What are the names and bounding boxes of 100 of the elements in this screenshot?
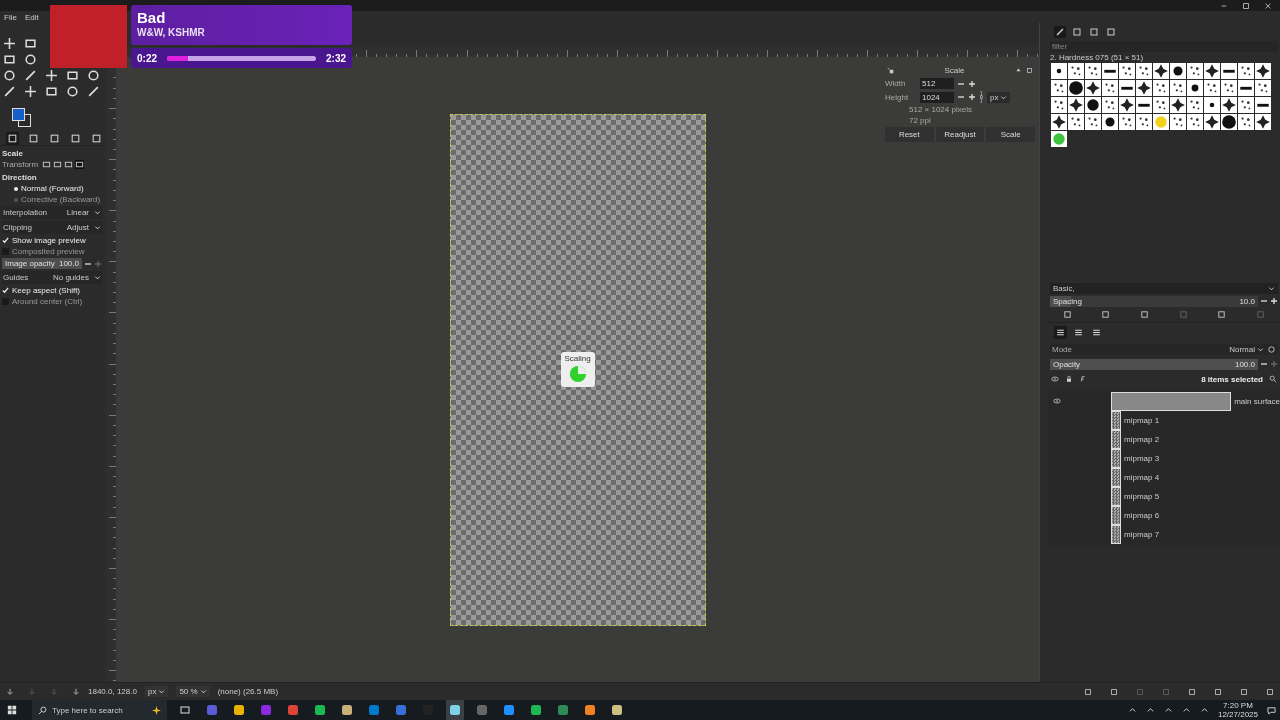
tool-icon[interactable] bbox=[66, 69, 79, 82]
brush-preset[interactable] bbox=[1221, 114, 1237, 130]
brush-preset[interactable] bbox=[1119, 97, 1135, 113]
layer-row[interactable]: mipmap 3 bbox=[1048, 448, 1280, 468]
brush-preset[interactable] bbox=[1255, 63, 1271, 79]
tool-icon[interactable] bbox=[24, 37, 37, 50]
brush-action-icon[interactable] bbox=[1217, 309, 1227, 319]
windows-start-icon[interactable] bbox=[7, 705, 17, 715]
tool-icon[interactable] bbox=[87, 69, 100, 82]
brush-preset[interactable] bbox=[1187, 97, 1203, 113]
brush-preset[interactable] bbox=[1051, 114, 1067, 130]
brush-preset[interactable] bbox=[1085, 80, 1101, 96]
layer-action-icon[interactable] bbox=[1214, 687, 1222, 696]
dock-tab-icon[interactable] bbox=[6, 132, 19, 145]
layer-action-icon[interactable] bbox=[1084, 687, 1092, 696]
brush-preset[interactable] bbox=[1221, 97, 1237, 113]
brush-preset[interactable] bbox=[1170, 114, 1186, 130]
search-icon[interactable] bbox=[1269, 375, 1277, 383]
spacing-slider[interactable]: Spacing 10.0 bbox=[1050, 295, 1258, 307]
brush-preset[interactable] bbox=[1153, 63, 1169, 79]
minus-button[interactable] bbox=[1260, 360, 1268, 368]
menu-item[interactable]: File bbox=[4, 12, 17, 22]
dialog-button[interactable]: Readjust bbox=[935, 127, 985, 142]
layer-row[interactable]: mipmap 2 bbox=[1048, 429, 1280, 449]
app-icon[interactable] bbox=[446, 700, 464, 720]
brush-action-icon[interactable] bbox=[1062, 309, 1072, 319]
brush-preset[interactable] bbox=[1204, 97, 1220, 113]
brush-preset[interactable] bbox=[1204, 63, 1220, 79]
brush-preset[interactable] bbox=[1170, 97, 1186, 113]
unit-dropdown[interactable]: px bbox=[144, 686, 169, 697]
brush-preset[interactable] bbox=[1102, 114, 1118, 130]
brush-preset[interactable] bbox=[1102, 80, 1118, 96]
brush-action-icon[interactable] bbox=[1101, 309, 1111, 319]
brush-preset[interactable] bbox=[1051, 97, 1067, 113]
menu-item[interactable]: Edit bbox=[24, 12, 39, 22]
option-checkbox[interactable]: Composited preview bbox=[2, 247, 102, 256]
brush-preset[interactable] bbox=[1204, 80, 1220, 96]
brush-preset[interactable] bbox=[1085, 114, 1101, 130]
filter-field[interactable]: filter bbox=[1050, 41, 1278, 52]
option-dropdown[interactable]: Interpolation Linear bbox=[2, 206, 102, 219]
brush-preset[interactable] bbox=[1238, 80, 1254, 96]
color-swatches-drawing[interactable] bbox=[12, 108, 32, 128]
brush-preset[interactable] bbox=[1153, 80, 1169, 96]
layer-row[interactable]: mipmap 1 bbox=[1048, 410, 1280, 430]
brush-preset[interactable] bbox=[1102, 63, 1118, 79]
brush-preset[interactable] bbox=[1119, 80, 1135, 96]
image-opacity-slider[interactable]: Image opacity 100.0 bbox=[2, 258, 82, 269]
dock-tab-icon[interactable] bbox=[69, 132, 82, 145]
dock-tab-icon[interactable] bbox=[90, 132, 103, 145]
brush-preset[interactable] bbox=[1187, 63, 1203, 79]
radio-option[interactable]: Normal (Forward) bbox=[2, 184, 102, 193]
brush-preset[interactable] bbox=[1187, 114, 1203, 130]
option-checkbox[interactable]: Show image preview bbox=[2, 236, 102, 245]
layer-row[interactable]: mipmap 7 bbox=[1048, 524, 1280, 544]
brush-preset[interactable] bbox=[1068, 97, 1084, 113]
composite-mode-icon[interactable] bbox=[1267, 344, 1276, 354]
brush-preset[interactable] bbox=[1068, 80, 1084, 96]
unit-dropdown[interactable]: px bbox=[987, 91, 1011, 103]
brush-preset[interactable] bbox=[1136, 114, 1152, 130]
brush-preset[interactable] bbox=[1170, 80, 1186, 96]
layer-row[interactable]: main surface bbox=[1048, 391, 1280, 411]
layer-action-icon[interactable] bbox=[1110, 687, 1118, 696]
tool-icon[interactable] bbox=[24, 69, 37, 82]
layer-action-icon[interactable] bbox=[1240, 687, 1248, 696]
option-dropdown[interactable]: Clipping Adjust bbox=[2, 221, 102, 234]
preset-dropdown[interactable]: Basic, bbox=[1050, 282, 1278, 294]
notification-icon[interactable] bbox=[1267, 705, 1276, 715]
dock-tab-icon[interactable] bbox=[1054, 325, 1067, 339]
brush-preset[interactable] bbox=[1119, 63, 1135, 79]
dock-tab-icon[interactable] bbox=[27, 132, 40, 145]
status-action-icon[interactable] bbox=[72, 687, 80, 696]
tool-icon[interactable] bbox=[24, 53, 37, 66]
layer-row[interactable]: mipmap 4 bbox=[1048, 467, 1280, 487]
brush-preset[interactable] bbox=[1051, 63, 1067, 79]
brush-preset[interactable] bbox=[1136, 80, 1152, 96]
layer-row[interactable]: mipmap 5 bbox=[1048, 486, 1280, 506]
brush-preset[interactable] bbox=[1068, 114, 1084, 130]
mode-dropdown[interactable]: Normal bbox=[1229, 344, 1264, 354]
layer-row[interactable]: mipmap 6 bbox=[1048, 505, 1280, 525]
brush-preset[interactable] bbox=[1221, 63, 1237, 79]
tool-icon[interactable] bbox=[3, 37, 16, 50]
chain-link-icon[interactable] bbox=[979, 91, 984, 103]
brush-preset[interactable] bbox=[1255, 114, 1271, 130]
brush-preset[interactable] bbox=[1187, 80, 1203, 96]
effects-icon[interactable] bbox=[1079, 375, 1087, 383]
width-field[interactable]: 512 bbox=[920, 78, 954, 89]
close-icon[interactable] bbox=[1264, 1, 1272, 10]
zoom-dropdown[interactable]: 50 % bbox=[176, 686, 210, 697]
playback-progress-bar[interactable] bbox=[167, 55, 316, 61]
brush-preset[interactable] bbox=[1255, 97, 1271, 113]
transparent-image[interactable]: Scaling bbox=[449, 113, 706, 626]
dock-tab-icon[interactable] bbox=[1071, 26, 1083, 38]
tool-icon[interactable] bbox=[3, 69, 16, 82]
dock-tab-icon[interactable] bbox=[1088, 26, 1100, 38]
maximize-icon[interactable] bbox=[1242, 1, 1250, 10]
tool-icon[interactable] bbox=[24, 85, 37, 98]
close-icon[interactable] bbox=[1026, 67, 1033, 74]
brush-preset[interactable] bbox=[1085, 97, 1101, 113]
brush-preset[interactable] bbox=[1119, 114, 1135, 130]
brush-preset[interactable] bbox=[1153, 97, 1169, 113]
